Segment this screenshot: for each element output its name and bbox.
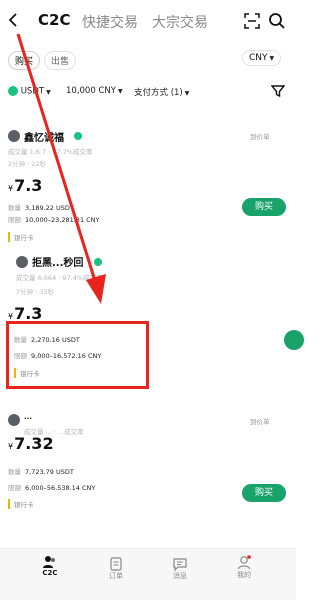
chat-icon bbox=[173, 558, 187, 571]
nav-label: 订单 bbox=[109, 572, 123, 580]
nav-orders[interactable]: 订单 bbox=[96, 557, 136, 581]
nav-label: 消息 bbox=[173, 572, 187, 580]
user-icon bbox=[237, 555, 251, 570]
nav-profile[interactable]: 我的 bbox=[224, 555, 264, 580]
nav-c2c[interactable]: C2C bbox=[30, 555, 70, 577]
nav-label: C2C bbox=[42, 569, 58, 577]
document-icon bbox=[110, 557, 122, 571]
annotation-arrow bbox=[16, 33, 106, 304]
users-icon bbox=[43, 556, 55, 568]
nav-messages[interactable]: 消息 bbox=[160, 557, 200, 581]
bottom-nav: C2C 订单 消息 我的 bbox=[0, 548, 296, 600]
nav-label: 我的 bbox=[237, 571, 251, 579]
